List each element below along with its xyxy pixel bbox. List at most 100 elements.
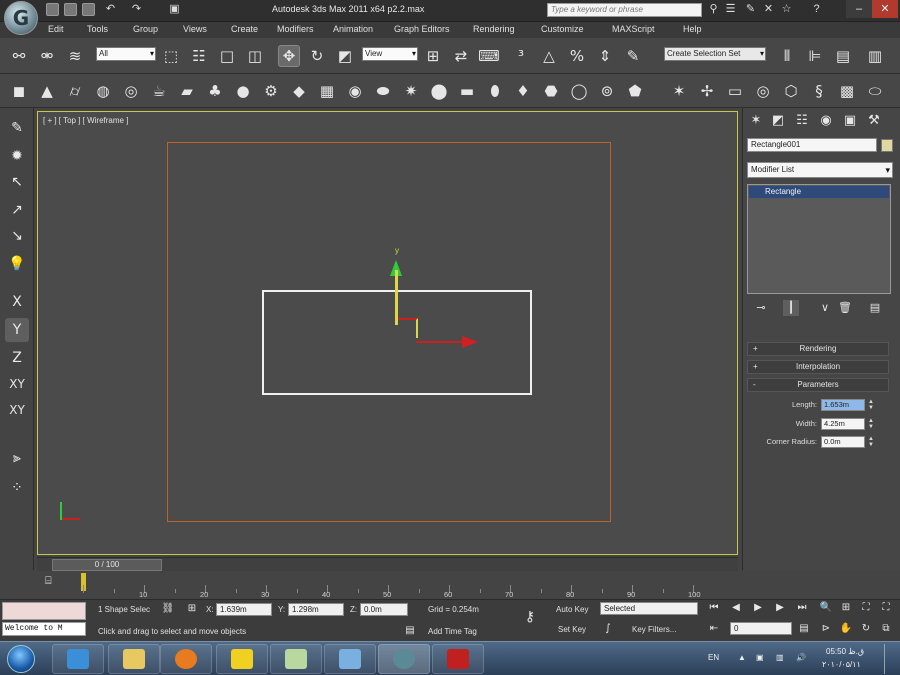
open-file-icon[interactable] [64,3,77,16]
unlink-selection-icon[interactable]: ⚮ [36,45,58,67]
redo-icon[interactable]: ↷ [130,3,143,16]
menu-rendering[interactable]: Rendering [473,24,515,34]
sun-light-icon[interactable]: ✹ [5,144,29,168]
key-tangent-icon[interactable]: ∫ [600,622,616,636]
menu-help[interactable]: Help [683,24,702,34]
selection-filter-dropdown[interactable]: All [96,47,156,61]
menu-animation[interactable]: Animation [333,24,373,34]
curve-editor-icon[interactable]: ⌸ [45,575,61,589]
network-icon[interactable]: ▥ [776,653,784,662]
menu-group[interactable]: Group [133,24,158,34]
maximize-viewport-icon[interactable]: ⧉ [878,622,894,636]
rectangle-shape-icon[interactable]: ▭ [724,80,746,102]
window-crossing-icon[interactable]: ◫ [244,45,266,67]
zoom-extents-all-icon[interactable]: ⛶ [878,601,894,615]
previous-frame-icon[interactable]: ◀ [728,601,744,615]
width-spinner-arrows[interactable]: ▲ ▼ [867,418,875,430]
language-indicator[interactable]: EN [708,653,719,662]
menu-modifiers[interactable]: Modifiers [277,24,314,34]
configure-sets-icon[interactable]: ▤ [867,300,883,316]
key-mode-toggle-icon[interactable]: ⇤ [706,622,722,636]
menu-views[interactable]: Views [183,24,207,34]
internet-explorer-task[interactable] [52,644,104,674]
zoom-icon[interactable]: 🔍 [818,601,834,615]
torus-icon[interactable]: ◎ [120,80,142,102]
field-of-view-icon[interactable]: ⊳ [818,622,834,636]
bind-space-warp-icon[interactable]: ≋ [64,45,86,67]
edit-named-selection-icon[interactable]: ✎ [622,45,644,67]
modifier-stack[interactable]: Rectangle [747,184,891,294]
object-name-field[interactable]: Rectangle001 [747,138,877,152]
maxscript-listener-output[interactable]: Welcome to M [2,622,86,636]
add-time-tag-text[interactable]: Add Time Tag [428,627,477,636]
pan-view-icon[interactable]: ✋ [838,622,854,636]
ringwave-icon[interactable]: ◯ [568,80,590,102]
select-by-name-icon[interactable]: ☷ [188,45,210,67]
next-frame-icon[interactable]: ▶ [772,601,788,615]
zoom-all-icon[interactable]: ⊞ [838,601,854,615]
plane-icon[interactable]: ▰ [176,80,198,102]
teapot-icon[interactable]: ☕ [148,80,170,102]
gear-icon[interactable]: ⚙ [260,80,282,102]
track-bar[interactable]: ⌸ 10 20 30 40 50 60 70 80 90 100 [37,571,738,599]
z-coord-field[interactable]: 0.0m [360,603,408,616]
pin-stack-icon[interactable]: ⊸ [753,300,769,316]
top-viewport[interactable]: [ + ] [ Top ] [ Wireframe ] y [37,111,738,555]
oil-tank-icon[interactable]: ⬮ [484,80,506,102]
menu-edit[interactable]: Edit [48,24,64,34]
favorites-star-icon[interactable]: ☆ [780,3,793,16]
rollout-rendering[interactable]: + Rendering [747,342,889,356]
named-selection-dropdown[interactable]: Create Selection Set [664,47,766,61]
capsule-icon[interactable]: ⬬ [372,80,394,102]
angle-snap-icon[interactable]: △ [538,45,560,67]
chamfer-box-icon[interactable]: ▬ [456,80,478,102]
show-desktop-button[interactable] [884,644,898,674]
time-slider[interactable]: 0 / 100 [37,557,738,571]
axis-x-icon[interactable]: X [5,290,29,314]
binoculars-icon[interactable]: ⚲ [707,3,720,16]
menu-customize[interactable]: Customize [541,24,584,34]
menu-tools[interactable]: Tools [87,24,108,34]
geosphere-icon[interactable]: ◍ [92,80,114,102]
select-and-rotate-icon[interactable]: ↻ [306,45,328,67]
3dsmax-task[interactable] [378,644,430,674]
display-tab-icon[interactable]: ▣ [841,112,859,130]
set-key-button[interactable]: Set Key [558,625,586,634]
exchange-icon[interactable]: ✕ [762,3,775,16]
x-coord-field[interactable]: 1.639m [216,603,272,616]
layer-manager-icon[interactable]: ▤ [832,45,854,67]
app-task-yellow[interactable] [216,644,268,674]
help-icon[interactable]: ? [810,3,823,16]
grid-plane-icon[interactable]: ▦ [316,80,338,102]
save-file-icon[interactable] [82,3,95,16]
cylinder-icon[interactable]: ⌭ [64,80,86,102]
menu-create[interactable]: Create [231,24,258,34]
gizmo-y-axis[interactable] [395,270,398,325]
select-paint-icon[interactable]: ↘ [5,224,29,248]
current-frame-field[interactable]: 0 [730,622,792,635]
orbit-icon[interactable]: ↻ [858,622,874,636]
length-spinner-field[interactable]: 1.653m [821,399,865,411]
key-mode-dropdown[interactable]: Selected [600,602,698,615]
gizmo-xy-plane-handle[interactable] [398,318,418,338]
utilities-tab-icon[interactable]: ⚒ [865,112,883,130]
motion-tab-icon[interactable]: ◉ [817,112,835,130]
create-tab-icon[interactable]: ✶ [747,112,765,130]
corner-radius-spinner-field[interactable]: 0.0m [821,436,865,448]
viewport-label[interactable]: [ + ] [ Top ] [ Wireframe ] [43,116,128,125]
subscription-icon[interactable]: ☰ [724,3,737,16]
app-task-red[interactable] [432,644,484,674]
snap-to-floor-icon[interactable]: ⫸ [5,446,29,470]
start-button-icon[interactable] [7,645,35,673]
explorer-task[interactable] [108,644,160,674]
corner-radius-spinner-arrows[interactable]: ▲ ▼ [867,436,875,448]
communication-icon[interactable]: ✎ [744,3,757,16]
bulb-icon[interactable]: 💡 [5,252,29,276]
tube-icon[interactable]: ◉ [344,80,366,102]
select-and-scale-icon[interactable]: ◩ [334,45,356,67]
width-spinner-field[interactable]: 4.25m [821,418,865,430]
select-object-icon[interactable]: ⬚ [160,45,182,67]
snaps-toggle-icon[interactable]: ³ [510,45,532,67]
hose-icon[interactable]: ⊚ [596,80,618,102]
gengon-icon[interactable]: ⬣ [540,80,562,102]
